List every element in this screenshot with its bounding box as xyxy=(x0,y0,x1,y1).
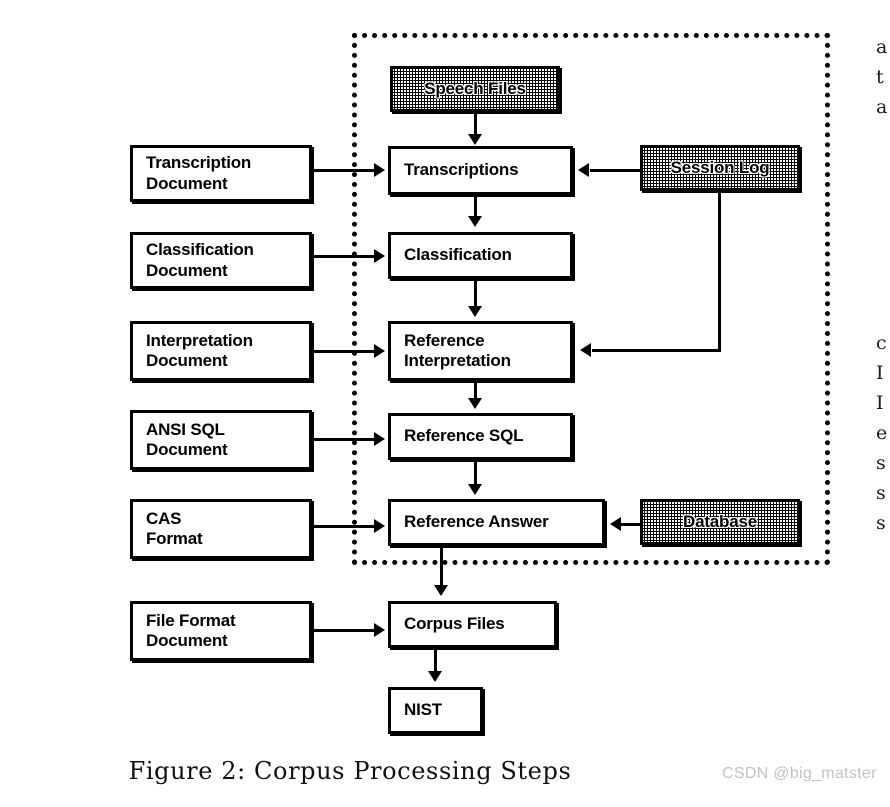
edge-classification-doc-to-classification xyxy=(312,255,376,258)
arrowhead-left xyxy=(580,343,591,357)
figure-container: Transcription Document Classification Do… xyxy=(0,0,890,807)
arrowhead-right xyxy=(374,249,385,263)
margin-text-fragment: s xyxy=(876,512,886,534)
node-transcription-document[interactable]: Transcription Document xyxy=(130,145,312,202)
node-ansi-sql-document[interactable]: ANSI SQL Document xyxy=(130,410,312,470)
arrowhead-down xyxy=(468,398,482,409)
edge-classification-to-reference-interpretation xyxy=(474,279,477,309)
node-database[interactable]: Database xyxy=(640,499,800,545)
margin-text-fragment: t xyxy=(876,66,884,88)
margin-text-fragment: s xyxy=(876,452,886,474)
node-label: Interpretation Document xyxy=(146,330,253,370)
node-label: Speech Files xyxy=(424,78,526,98)
node-reference-sql[interactable]: Reference SQL xyxy=(388,413,573,460)
arrowhead-down xyxy=(468,134,482,145)
node-label: CAS Format xyxy=(146,508,203,548)
node-classification-document[interactable]: Classification Document xyxy=(130,232,312,289)
arrowhead-right xyxy=(374,344,385,358)
arrowhead-down xyxy=(468,216,482,227)
edge-database-to-reference-answer xyxy=(620,523,640,526)
node-label: Reference SQL xyxy=(404,426,524,446)
node-classification[interactable]: Classification xyxy=(388,232,573,279)
arrowhead-down xyxy=(468,484,482,495)
node-label: Reference Interpretation xyxy=(404,330,511,370)
node-label: Classification Document xyxy=(146,240,254,280)
node-nist[interactable]: NIST xyxy=(388,687,483,734)
node-label: Database xyxy=(683,511,757,531)
node-label: Corpus Files xyxy=(404,614,505,634)
node-speech-files[interactable]: Speech Files xyxy=(390,66,560,112)
node-label: File Format Document xyxy=(146,610,236,650)
node-corpus-files[interactable]: Corpus Files xyxy=(388,601,557,648)
edge-cas-format-to-reference-answer xyxy=(312,525,376,528)
edge-transcription-doc-to-transcriptions xyxy=(312,169,376,172)
arrowhead-down xyxy=(428,671,442,682)
node-label: Classification xyxy=(404,245,512,265)
edge-reference-sql-to-reference-answer xyxy=(474,460,477,486)
edge-session-log-to-reference-interpretation xyxy=(592,349,721,352)
edge-file-format-doc-to-corpus-files xyxy=(312,629,376,632)
margin-text-fragment: I xyxy=(876,392,884,414)
node-label: Transcription Document xyxy=(146,153,252,193)
edge-session-log-drop xyxy=(718,191,721,352)
edge-reference-answer-to-corpus-files xyxy=(440,546,443,588)
arrowhead-right xyxy=(374,163,385,177)
node-interpretation-document[interactable]: Interpretation Document xyxy=(130,321,312,381)
margin-text-fragment: e xyxy=(876,422,888,444)
node-cas-format[interactable]: CAS Format xyxy=(130,499,312,559)
node-label: ANSI SQL Document xyxy=(146,419,228,459)
arrowhead-left xyxy=(578,163,589,177)
node-file-format-document[interactable]: File Format Document xyxy=(130,601,312,661)
node-label: Session Log xyxy=(670,157,770,177)
node-label: Transcriptions xyxy=(404,160,519,180)
edge-interpretation-doc-to-reference-interpretation xyxy=(312,350,376,353)
arrowhead-down xyxy=(434,585,448,596)
node-label: NIST xyxy=(404,700,442,720)
arrowhead-right xyxy=(374,432,385,446)
margin-text-fragment: c xyxy=(876,332,887,354)
edge-ansi-sql-doc-to-reference-sql xyxy=(312,438,376,441)
arrowhead-down xyxy=(468,306,482,317)
margin-text-fragment: s xyxy=(876,482,886,504)
arrowhead-right xyxy=(374,519,385,533)
node-reference-answer[interactable]: Reference Answer xyxy=(388,499,605,546)
csdn-watermark: CSDN @big_matster xyxy=(722,765,877,782)
margin-text-fragment: a xyxy=(876,96,888,118)
processing-boundary xyxy=(352,33,830,565)
margin-text-fragment: I xyxy=(876,362,884,384)
margin-text-fragment: a xyxy=(876,36,888,58)
node-label: Reference Answer xyxy=(404,512,549,532)
node-transcriptions[interactable]: Transcriptions xyxy=(388,146,573,195)
arrowhead-right xyxy=(374,623,385,637)
figure-caption: Figure 2: Corpus Processing Steps xyxy=(128,757,572,785)
node-session-log[interactable]: Session Log xyxy=(640,145,800,191)
node-reference-interpretation[interactable]: Reference Interpretation xyxy=(388,321,573,381)
arrowhead-left xyxy=(610,517,621,531)
edge-session-log-to-transcriptions xyxy=(590,169,640,172)
